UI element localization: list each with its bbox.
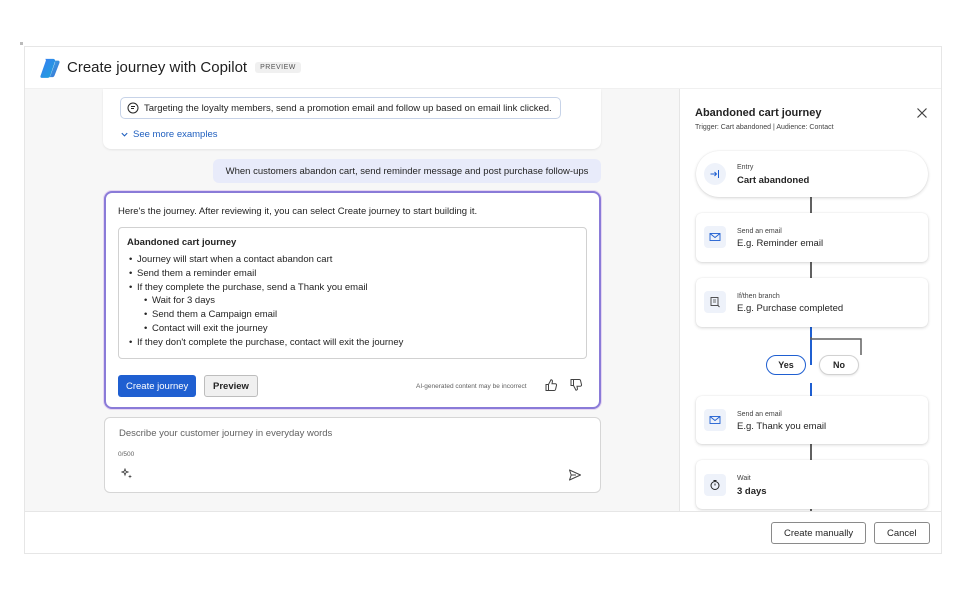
prompt-bubble-icon [127,102,139,114]
sparkle-prompt-icon[interactable] [121,468,133,480]
journey-substep: Wait for 3 days [127,294,578,308]
journey-substep: Contact will exit the journey [127,322,578,336]
node-type-label: Wait [737,475,751,482]
create-journey-button[interactable]: Create journey [118,375,197,397]
flow-node-entry[interactable]: Entry Cart abandoned [696,151,928,197]
journey-description-input[interactable] [117,427,557,440]
journey-summary-title: Abandoned cart journey [127,237,237,248]
mail-icon [704,409,726,431]
node-type-label: Entry [737,164,754,171]
window-corner-mark [20,42,23,45]
dialog-title: Create journey with Copilot [67,59,248,76]
journey-step: Journey will start when a contact abando… [127,253,578,267]
chevron-down-icon [121,132,128,137]
branch-icon [704,291,726,313]
branch-no-option[interactable]: No [819,355,859,375]
journey-step: Send them a reminder email [127,267,578,281]
thumbs-up-icon[interactable] [544,378,558,392]
flow-node-reminder-email[interactable]: Send an email E.g. Reminder email [696,213,928,262]
branch-yes-option[interactable]: Yes [766,355,806,375]
dialog-header: Create journey with Copilot PREVIEW [25,47,941,89]
journey-substep: Send them a Campaign email [127,308,578,322]
flow-node-branch[interactable]: If/then branch E.g. Purchase completed [696,278,928,327]
cancel-button[interactable]: Cancel [874,522,930,544]
create-journey-dialog: Create journey with Copilot PREVIEW Targ… [24,46,942,554]
user-message-bubble: When customers abandon cart, send remind… [213,159,601,183]
see-more-examples-link[interactable]: See more examples [120,129,217,140]
flow-connector [810,262,812,278]
journey-preview-pane: Abandoned cart journey Trigger: Cart aba… [679,89,941,511]
journey-trigger-audience: Trigger: Cart abandoned | Audience: Cont… [695,124,834,131]
user-message-text: When customers abandon cart, send remind… [225,165,589,177]
copilot-logo-icon [40,58,60,78]
dialog-footer: Create manually Cancel [25,511,941,555]
entry-arrow-icon [704,163,726,185]
flow-connector [810,197,812,213]
mail-icon [704,226,726,248]
prompt-input-card: 0/500 [104,417,601,493]
node-type-label: If/then branch [737,293,780,300]
flow-connector [810,383,812,396]
close-icon[interactable] [916,107,928,119]
node-type-label: Send an email [737,411,782,418]
journey-step: If they complete the purchase, send a Th… [127,281,578,295]
journey-step: If they don't complete the purchase, con… [127,336,578,350]
flow-node-thankyou-email[interactable]: Send an email E.g. Thank you email [696,396,928,444]
preview-badge: PREVIEW [255,62,301,73]
timer-icon [704,474,726,496]
send-icon[interactable] [568,468,582,482]
thumbs-down-icon[interactable] [569,378,583,392]
copilot-response-card: Here's the journey. After reviewing it, … [104,191,601,409]
journey-step-list: Journey will start when a contact abando… [127,253,578,350]
journey-preview-title: Abandoned cart journey [695,107,822,119]
flow-node-wait[interactable]: Wait 3 days [696,460,928,509]
response-intro: Here's the journey. After reviewing it, … [118,206,478,217]
examples-card: Targeting the loyalty members, send a pr… [103,89,601,149]
example-prompt-text: Targeting the loyalty members, send a pr… [144,102,552,114]
node-value: 3 days [737,486,767,497]
create-manually-button[interactable]: Create manually [771,522,867,544]
see-more-label: See more examples [133,129,218,140]
flow-connector [810,444,812,460]
copilot-chat-pane[interactable]: Targeting the loyalty members, send a pr… [25,89,679,511]
example-prompt-chip[interactable]: Targeting the loyalty members, send a pr… [120,97,561,119]
character-counter: 0/500 [118,451,135,458]
preview-button[interactable]: Preview [204,375,258,397]
node-value: E.g. Thank you email [737,421,827,432]
node-value: E.g. Purchase completed [737,303,844,314]
node-value: Cart abandoned [737,175,810,186]
node-type-label: Send an email [737,228,782,235]
node-value: E.g. Reminder email [737,238,824,249]
ai-disclaimer: AI-generated content may be incorrect [416,383,527,390]
journey-summary-box: Abandoned cart journey Journey will star… [118,227,587,359]
